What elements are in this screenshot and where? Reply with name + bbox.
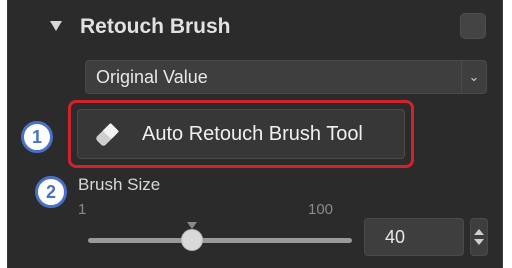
section-header[interactable]: Retouch Brush — [8, 0, 502, 56]
brush-size-label: Brush Size — [78, 175, 161, 194]
retouch-brush-panel: Retouch Brush Original Value ⌄ Auto Reto… — [7, 0, 503, 268]
spin-down-icon[interactable] — [474, 239, 484, 245]
callout-badge-1: 1 — [21, 121, 53, 153]
retouch-mode-dropdown[interactable]: Original Value ⌄ — [85, 60, 487, 94]
dropdown-value: Original Value — [96, 67, 208, 87]
chevron-down-icon[interactable]: ⌄ — [461, 61, 486, 93]
section-enable-checkbox[interactable] — [460, 13, 486, 39]
eraser-icon — [96, 123, 119, 146]
callout-badge-2: 2 — [35, 176, 67, 208]
brush-size-slider-thumb[interactable] — [181, 229, 203, 251]
brush-size-input[interactable]: 40 — [364, 218, 464, 256]
spin-up-icon[interactable] — [474, 229, 484, 235]
brush-size-spinner[interactable] — [470, 218, 488, 256]
brush-size-slider-track[interactable] — [88, 238, 352, 243]
auto-retouch-brush-tool-button[interactable]: Auto Retouch Brush Tool — [77, 109, 405, 159]
slider-tick-mark — [187, 222, 197, 229]
brush-size-value: 40 — [385, 227, 406, 247]
tool-highlight-box: Auto Retouch Brush Tool — [68, 100, 414, 168]
collapse-triangle-icon[interactable] — [50, 21, 62, 31]
brush-size-min: 1 — [78, 201, 87, 218]
brush-size-max: 100 — [308, 201, 334, 218]
section-title: Retouch Brush — [80, 15, 231, 38]
tool-label: Auto Retouch Brush Tool — [142, 123, 363, 145]
